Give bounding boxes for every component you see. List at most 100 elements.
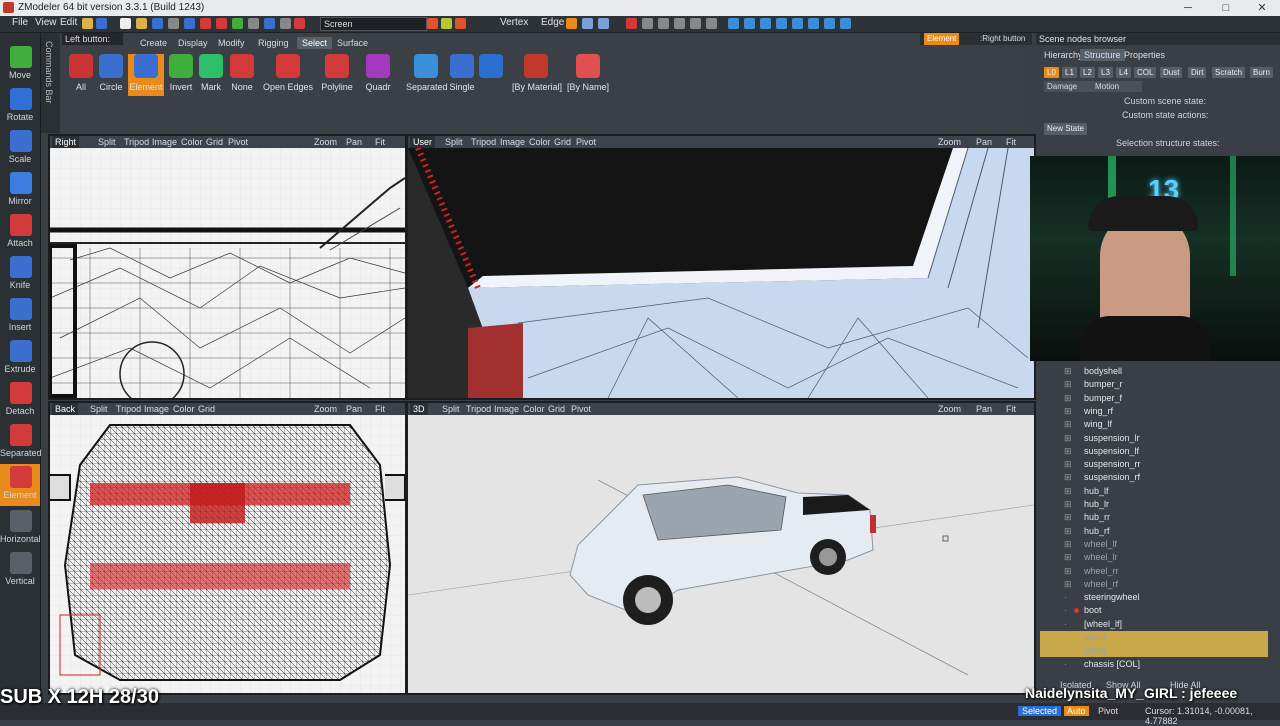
tree-node[interactable]: · placa xyxy=(1040,631,1268,644)
select-invert-button[interactable]: Invert xyxy=(168,54,194,96)
tab-display[interactable]: Display xyxy=(173,37,213,49)
select-all-button[interactable]: All xyxy=(68,54,94,96)
state-chip-l2[interactable]: L2 xyxy=(1080,67,1095,78)
toolbar-icon[interactable] xyxy=(824,18,835,29)
tool-insert[interactable]: Insert xyxy=(0,296,40,338)
state-chip-scratch[interactable]: Scratch xyxy=(1212,67,1246,78)
toolbar-icon[interactable] xyxy=(626,18,637,29)
toolbar-icon[interactable] xyxy=(760,18,771,29)
vp-menu-grid[interactable]: Grid xyxy=(198,403,215,415)
left-button-dropdown[interactable]: Left button: xyxy=(62,33,123,45)
tool-element[interactable]: Element xyxy=(0,464,40,506)
state-chip-l3[interactable]: L3 xyxy=(1098,67,1113,78)
state-chip-dirt[interactable]: Dirt xyxy=(1188,67,1207,78)
toolbar-icon[interactable] xyxy=(674,18,685,29)
vp-zoom[interactable]: Zoom xyxy=(314,403,337,415)
expand-icon[interactable]: · xyxy=(1064,604,1067,617)
tab-structure[interactable]: Structure xyxy=(1080,49,1125,61)
tool-move[interactable]: Move xyxy=(0,44,40,86)
expand-icon[interactable]: ⊞ xyxy=(1064,378,1072,391)
commands-bar[interactable]: Commands Bar xyxy=(41,33,60,133)
vp-menu-image[interactable]: Image xyxy=(500,136,525,148)
vertex-mode[interactable]: Vertex xyxy=(500,17,528,28)
toolbar-icon[interactable] xyxy=(808,18,819,29)
tool-rotate[interactable]: Rotate xyxy=(0,86,40,128)
vp-menu-split[interactable]: Split xyxy=(442,403,460,415)
expand-icon[interactable]: · xyxy=(1064,631,1067,644)
expand-icon[interactable]: · xyxy=(1064,618,1067,631)
expand-icon[interactable]: · xyxy=(1064,644,1067,657)
vp-pan[interactable]: Pan xyxy=(346,136,362,148)
auto-toggle[interactable]: Auto xyxy=(1064,706,1089,716)
viewport-user[interactable]: User Split Tripod Image Color Grid Pivot… xyxy=(406,134,1036,400)
vp-menu-split[interactable]: Split xyxy=(90,403,108,415)
vp-menu-grid[interactable]: Grid xyxy=(548,403,565,415)
tree-node[interactable]: ⊞ wheel_lf xyxy=(1040,538,1268,551)
minimize-button[interactable]: ─ xyxy=(1170,0,1206,16)
state-chip-burn[interactable]: Burn xyxy=(1250,67,1273,78)
tool-extrude[interactable]: Extrude xyxy=(0,338,40,380)
tree-node[interactable]: ⊞ bumper_f xyxy=(1040,392,1268,405)
expand-icon[interactable]: ⊞ xyxy=(1064,511,1072,524)
motion-dropdown[interactable]: Motion xyxy=(1092,81,1142,92)
tab-surface[interactable]: Surface xyxy=(332,37,373,49)
tree-node[interactable]: ⊞ suspension_lr xyxy=(1040,432,1268,445)
vp-menu-image[interactable]: Image xyxy=(494,403,519,415)
vp-menu-color[interactable]: Color xyxy=(523,403,545,415)
damage-dropdown[interactable]: Damage xyxy=(1044,81,1092,92)
menu-file[interactable]: File xyxy=(12,17,28,28)
state-chip-l1[interactable]: L1 xyxy=(1062,67,1077,78)
viewport-3d[interactable]: 3D Split Tripod Image Color Grid Pivot Z… xyxy=(406,401,1036,695)
toolbar-icon[interactable] xyxy=(200,18,211,29)
vp-menu-split[interactable]: Split xyxy=(445,136,463,148)
vp-menu-image[interactable]: Image xyxy=(144,403,169,415)
tree-node[interactable]: · placa xyxy=(1040,644,1268,658)
toolbar-icon[interactable] xyxy=(690,18,701,29)
close-button[interactable]: ✕ xyxy=(1244,0,1280,16)
tool-separated[interactable]: Separated xyxy=(0,422,42,464)
vp-fit[interactable]: Fit xyxy=(375,136,385,148)
pivot-toggle[interactable]: Pivot xyxy=(1098,706,1118,716)
toolbar-icon[interactable] xyxy=(232,18,243,29)
select-highlight-button[interactable] xyxy=(478,54,504,96)
expand-icon[interactable]: ⊞ xyxy=(1064,365,1072,378)
selection-mode[interactable]: Selected xyxy=(1018,706,1062,716)
new-file-icon[interactable] xyxy=(120,18,131,29)
tree-node[interactable]: ⊞ bodyshell xyxy=(1040,365,1268,378)
tool-attach[interactable]: Attach xyxy=(0,212,40,254)
tree-node[interactable]: ⊞ wheel_rr xyxy=(1040,565,1268,578)
state-chip-l0[interactable]: L0 xyxy=(1044,67,1059,78)
tool-vertical[interactable]: Vertical xyxy=(0,550,40,592)
toolbar-icon[interactable] xyxy=(248,18,259,29)
tool-mirror[interactable]: Mirror xyxy=(0,170,40,212)
vp-pan[interactable]: Pan xyxy=(976,136,992,148)
axis-y-icon[interactable] xyxy=(441,18,452,29)
expand-icon[interactable]: ⊞ xyxy=(1064,445,1072,458)
viewport-back[interactable]: Back Split Tripod Image Color Grid Zoom … xyxy=(48,401,407,695)
select-by-material-button[interactable]: [By Material] xyxy=(512,54,562,96)
new-state-button[interactable]: New State xyxy=(1044,123,1087,135)
toolbar-icon[interactable] xyxy=(658,18,669,29)
axis-x-icon[interactable] xyxy=(427,18,438,29)
toolbar-icon[interactable] xyxy=(706,18,717,29)
toolbar-icon[interactable] xyxy=(776,18,787,29)
toolbar-icon[interactable] xyxy=(168,18,179,29)
tool-horizontal[interactable]: Horizontal xyxy=(0,508,41,550)
tree-node[interactable]: ⊞ wheel_rf xyxy=(1040,578,1268,591)
edge-mode[interactable]: Edge xyxy=(541,17,564,28)
vp-menu-tripod[interactable]: Tripod xyxy=(116,403,141,415)
toolbar-icon[interactable] xyxy=(642,18,653,29)
viewport-name[interactable]: User xyxy=(410,136,436,148)
expand-icon[interactable]: ⊞ xyxy=(1064,538,1072,551)
expand-icon[interactable]: ⊞ xyxy=(1064,525,1072,538)
toolbar-icon[interactable] xyxy=(792,18,803,29)
tree-node[interactable]: ⊞ hub_rr xyxy=(1040,511,1268,524)
expand-icon[interactable]: ⊞ xyxy=(1064,551,1072,564)
tree-node[interactable]: ⊞ hub_lr xyxy=(1040,498,1268,511)
tool-detach[interactable]: Detach xyxy=(0,380,40,422)
expand-icon[interactable]: ⊞ xyxy=(1064,458,1072,471)
tree-node[interactable]: ⊞ suspension_rf xyxy=(1040,471,1268,484)
expand-icon[interactable]: ⊞ xyxy=(1064,471,1072,484)
open-file-icon[interactable] xyxy=(136,18,147,29)
vp-menu-color[interactable]: Color xyxy=(529,136,551,148)
